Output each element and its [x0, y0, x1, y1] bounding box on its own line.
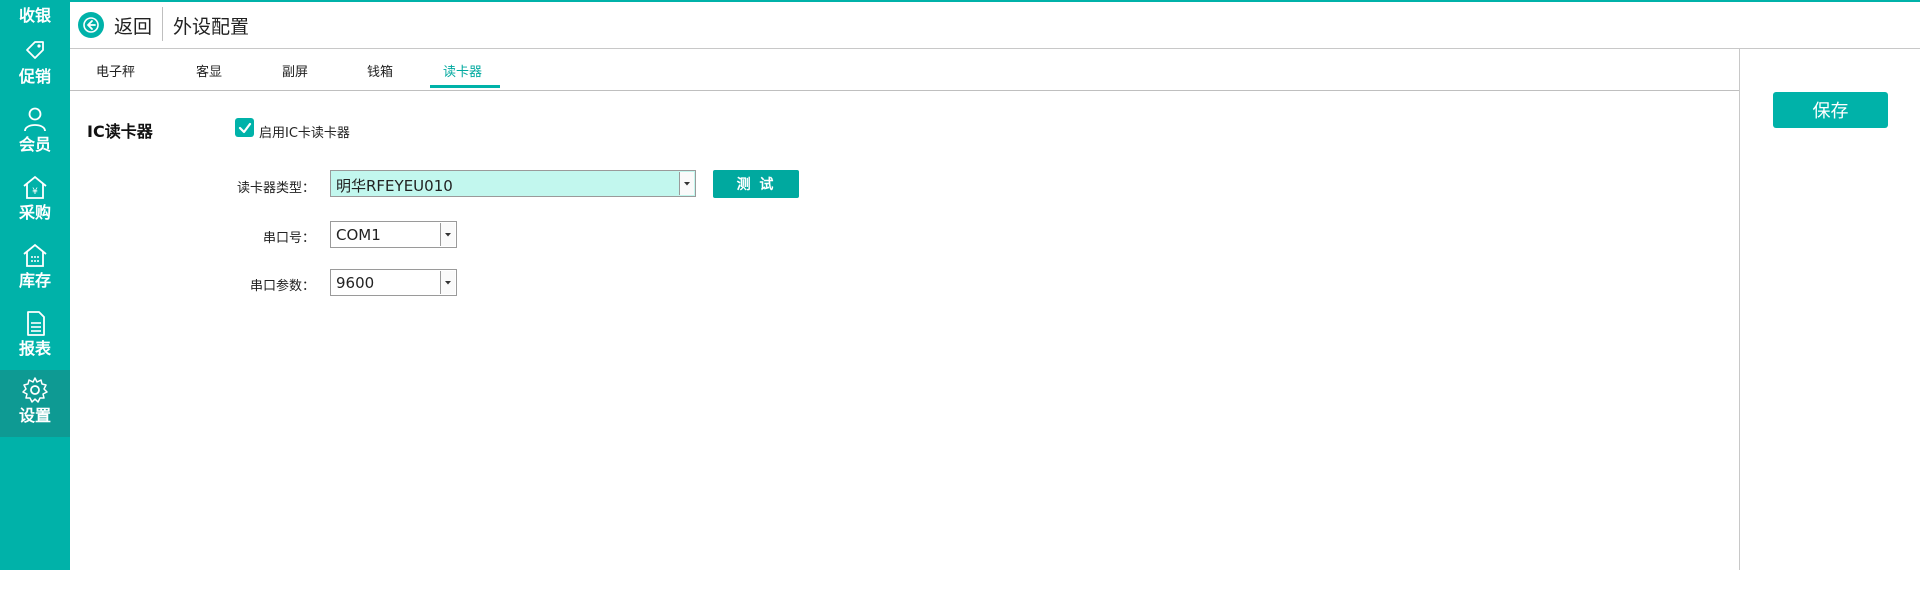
document-icon [27, 311, 45, 336]
cashier-icon [20, 0, 50, 5]
reader-type-label: 读卡器类型： [236, 181, 315, 196]
sidebar-item-inventory[interactable]: 库存 [0, 235, 70, 302]
section-title: IC读卡器 [87, 122, 153, 141]
chevron-down-icon[interactable] [440, 271, 455, 294]
chevron-down-icon[interactable] [679, 172, 694, 195]
sidebar-item-promotion[interactable]: 促销 [0, 31, 70, 98]
tab-secondary-screen[interactable]: 副屏 [282, 61, 308, 80]
tab-card-reader[interactable]: 读卡器 [443, 61, 482, 80]
tab-scale[interactable]: 电子秤 [96, 61, 135, 80]
user-icon [24, 107, 46, 132]
test-button[interactable]: 测 试 [713, 170, 799, 198]
panel-divider [1739, 48, 1740, 570]
svg-text:¥: ¥ [32, 187, 38, 197]
warehouse-icon [23, 243, 47, 267]
sidebar-item-settings[interactable]: 设置 [0, 370, 70, 437]
tab-cash-drawer[interactable]: 钱箱 [367, 61, 393, 80]
active-tab-indicator [430, 85, 500, 88]
reader-type-value: 明华RFEYEU010 [336, 177, 453, 195]
back-label: 返回 [114, 15, 153, 38]
sidebar-item-label: 促销 [18, 67, 51, 86]
purchase-icon: ¥ [23, 175, 47, 199]
save-button[interactable]: 保存 [1773, 92, 1888, 128]
sidebar: 收银 促销 会员 ¥ 采购 库存 报表 设置 [0, 0, 70, 570]
sidebar-item-label: 采购 [18, 203, 51, 222]
port-label: 串口号： [262, 231, 315, 246]
gear-icon [22, 377, 48, 403]
enable-reader-checkbox[interactable] [235, 118, 254, 137]
back-arrow-icon [78, 12, 104, 38]
header-bar: 返回 外设配置 [70, 2, 1920, 49]
header-divider [162, 7, 163, 41]
baud-select[interactable]: 9600 [330, 269, 457, 296]
port-value: COM1 [336, 226, 381, 244]
sidebar-item-label: 报表 [18, 339, 51, 358]
chevron-down-icon[interactable] [440, 223, 455, 246]
sidebar-item-report[interactable]: 报表 [0, 303, 70, 370]
back-button[interactable]: 返回 [78, 10, 152, 40]
port-select[interactable]: COM1 [330, 221, 457, 248]
sidebar-item-label: 收银 [18, 6, 51, 25]
page-title: 外设配置 [173, 16, 250, 38]
tab-bar: 电子秤 客显 副屏 钱箱 读卡器 [70, 48, 1740, 91]
checkmark-icon [238, 122, 251, 133]
reader-type-select[interactable]: 明华RFEYEU010 [330, 170, 696, 197]
baud-value: 9600 [336, 274, 375, 292]
baud-label: 串口参数： [249, 279, 315, 294]
enable-reader-label[interactable]: 启用IC卡读卡器 [259, 122, 350, 141]
sidebar-item-label: 会员 [18, 135, 51, 154]
sidebar-item-label: 库存 [18, 271, 51, 290]
sidebar-item-label: 设置 [18, 406, 51, 425]
sidebar-item-member[interactable]: 会员 [0, 99, 70, 166]
sidebar-item-purchase[interactable]: ¥ 采购 [0, 167, 70, 234]
tag-icon [26, 41, 44, 59]
tab-customer-display[interactable]: 客显 [196, 61, 222, 80]
